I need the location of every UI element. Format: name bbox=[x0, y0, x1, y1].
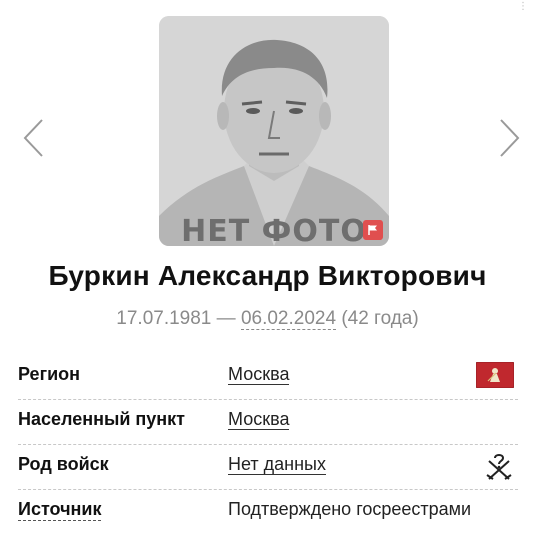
region-label: Регион bbox=[18, 364, 80, 384]
more-dots: ⋮ bbox=[518, 1, 529, 12]
person-name: Буркин Александр Викторович bbox=[48, 260, 487, 291]
portrait-photo: НЕТ ФОТО bbox=[159, 16, 389, 246]
dates-dash: — bbox=[216, 308, 236, 329]
locality-label: Населенный пункт bbox=[18, 409, 186, 429]
info-row-locality: Населенный пункт Москва bbox=[18, 400, 518, 445]
prev-photo-button[interactable] bbox=[22, 118, 46, 158]
source-label[interactable]: Источник bbox=[18, 499, 102, 521]
info-table: Регион Москва Населенный пункт Москва Ро… bbox=[18, 355, 518, 534]
death-date-link[interactable]: 06.02.2024 bbox=[240, 308, 337, 330]
moscow-flag-icon bbox=[475, 361, 515, 389]
source-value: Подтверждено госреестрами bbox=[228, 499, 472, 519]
branch-label: Род войск bbox=[18, 454, 109, 474]
info-row-source: Источник Подтверждено госреестрами bbox=[18, 490, 518, 534]
chevron-right-icon bbox=[500, 119, 520, 157]
report-flag-button[interactable] bbox=[363, 220, 383, 240]
birth-date: 17.07.1981 bbox=[116, 308, 212, 329]
branch-link[interactable]: Нет данных bbox=[228, 454, 326, 475]
branch-emblem bbox=[484, 452, 514, 487]
region-emblem bbox=[475, 361, 515, 393]
life-dates: 17.07.1981 — 06.02.2024 (42 года) bbox=[0, 308, 535, 330]
region-link[interactable]: Москва bbox=[228, 364, 290, 385]
age: (42 года) bbox=[341, 308, 419, 329]
flag-icon bbox=[368, 225, 377, 235]
next-photo-button[interactable] bbox=[497, 118, 521, 158]
locality-link[interactable]: Москва bbox=[228, 409, 290, 430]
crossed-swords-question-icon bbox=[486, 454, 512, 480]
no-photo-label: НЕТ ФОТО bbox=[181, 214, 367, 246]
info-row-region: Регион Москва bbox=[18, 355, 518, 400]
chevron-left-icon bbox=[23, 119, 43, 157]
info-row-branch: Род войск Нет данных bbox=[18, 445, 518, 490]
placeholder-portrait bbox=[159, 16, 389, 246]
